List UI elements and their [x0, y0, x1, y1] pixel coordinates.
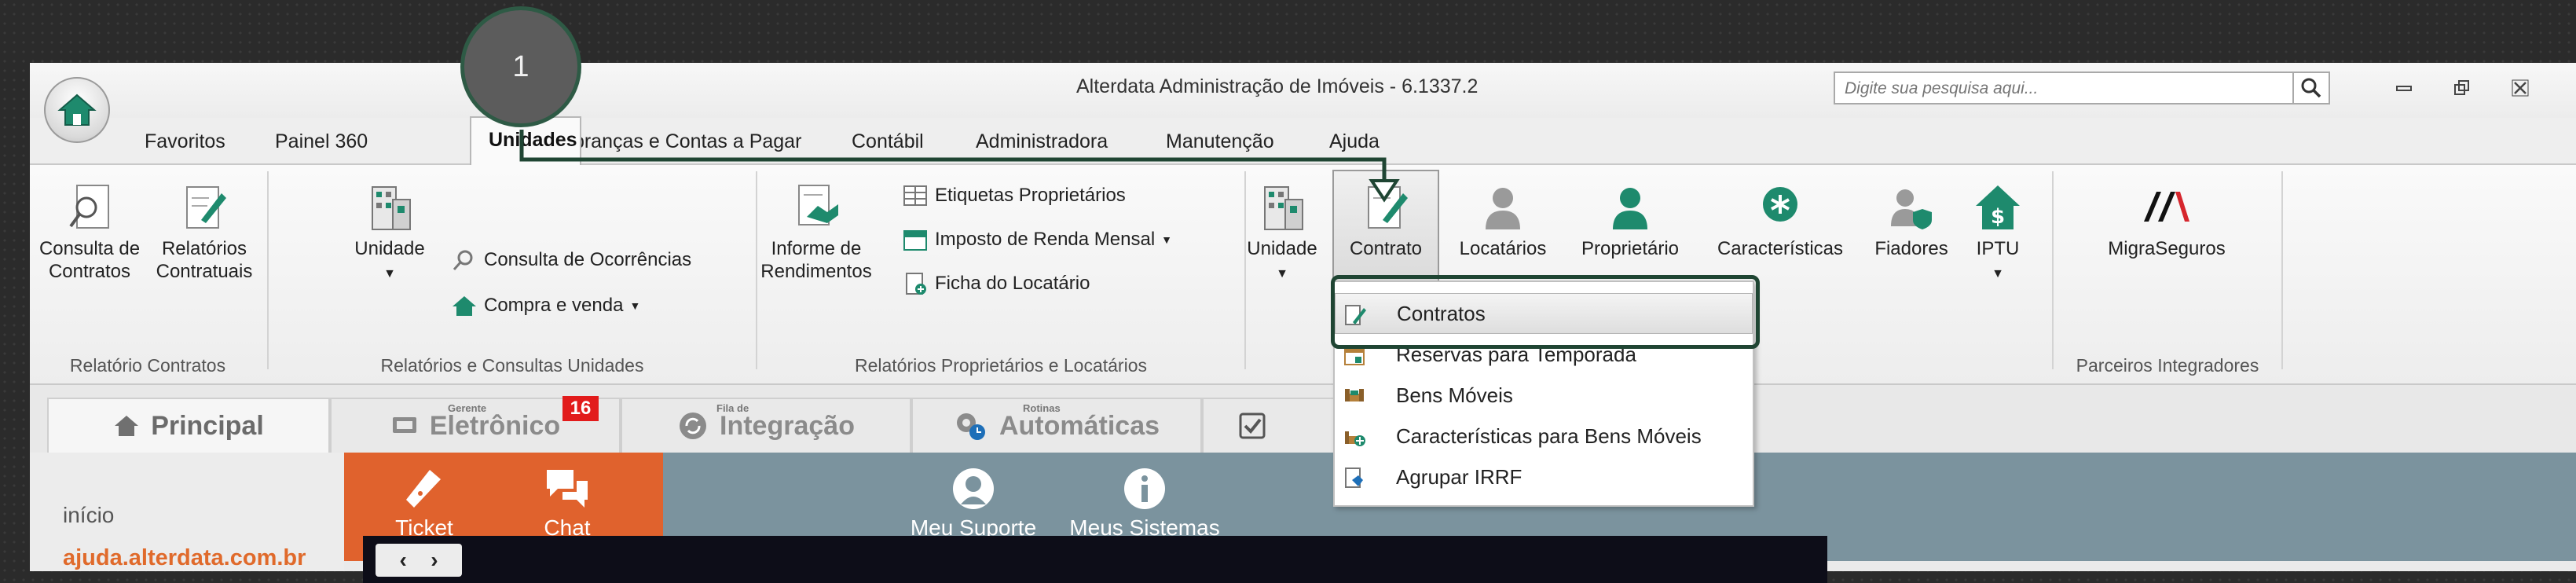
- annotation-connector: [519, 130, 1400, 203]
- highlight-contratos: [1331, 275, 1760, 349]
- step-number-badge: 1: [460, 6, 581, 127]
